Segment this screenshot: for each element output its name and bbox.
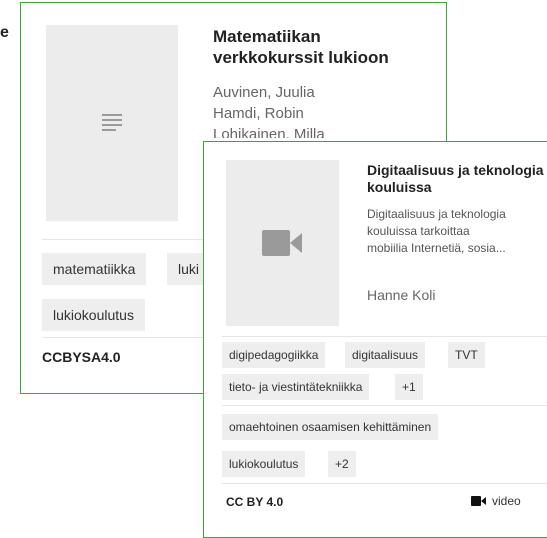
document-lines-icon — [102, 114, 122, 131]
keyword-tag[interactable]: lukiokoulutus — [42, 299, 145, 331]
card-authors: Auvinen, Juulia Hamdi, Robin Lohikainen,… — [213, 82, 325, 138]
material-card-digitaalisuus[interactable]: Digitaalisuus ja teknologia kouluissa Di… — [203, 141, 547, 538]
material-type-label: video — [492, 494, 521, 508]
keyword-tag[interactable]: digitaalisuus — [345, 342, 426, 368]
card-author: Hanne Koli — [367, 287, 436, 303]
video-icon — [471, 496, 486, 506]
author-name: Auvinen, Juulia — [213, 84, 315, 101]
card-thumbnail[interactable] — [226, 160, 339, 326]
material-type: video — [471, 494, 521, 508]
author-name: Lohikainen, Milla — [213, 126, 325, 138]
license-label: CCBYSA4.0 — [42, 349, 121, 365]
card-thumbnail[interactable] — [46, 25, 178, 221]
keyword-tag[interactable]: omaehtoinen osaamisen kehittäminen — [222, 414, 439, 440]
keyword-tag[interactable]: lukiokoulutus — [222, 451, 306, 477]
footer-divider — [222, 483, 547, 484]
more-tags-button[interactable]: +1 — [395, 374, 423, 400]
card-title[interactable]: Matematiikan verkkokurssit lukioon — [213, 26, 433, 68]
more-tags-button[interactable]: +2 — [328, 451, 356, 477]
video-camera-icon — [262, 230, 302, 256]
tags-divider — [222, 336, 547, 337]
keyword-tag[interactable]: digipedagogiikka — [222, 342, 326, 368]
keyword-tag[interactable]: TVT — [448, 342, 485, 368]
keyword-tag[interactable]: tieto- ja viestintätekniikka — [222, 374, 370, 400]
keyword-tag[interactable]: matematiikka — [42, 253, 147, 285]
description-line: mobiilia Internetiä, sosia... — [367, 241, 506, 255]
license-label: CC BY 4.0 — [226, 495, 284, 509]
author-name: Hamdi, Robin — [213, 105, 304, 122]
cut-off-text: e — [0, 24, 9, 41]
card-description: Digitaalisuus ja teknologia kouluissa ta… — [367, 206, 537, 257]
description-line: kouluissa tarkoittaa — [367, 224, 470, 238]
tags-divider — [222, 405, 547, 406]
card-title[interactable]: Digitaalisuus ja teknologia kouluissa — [367, 162, 547, 196]
description-line: Digitaalisuus ja teknologia — [367, 207, 506, 221]
